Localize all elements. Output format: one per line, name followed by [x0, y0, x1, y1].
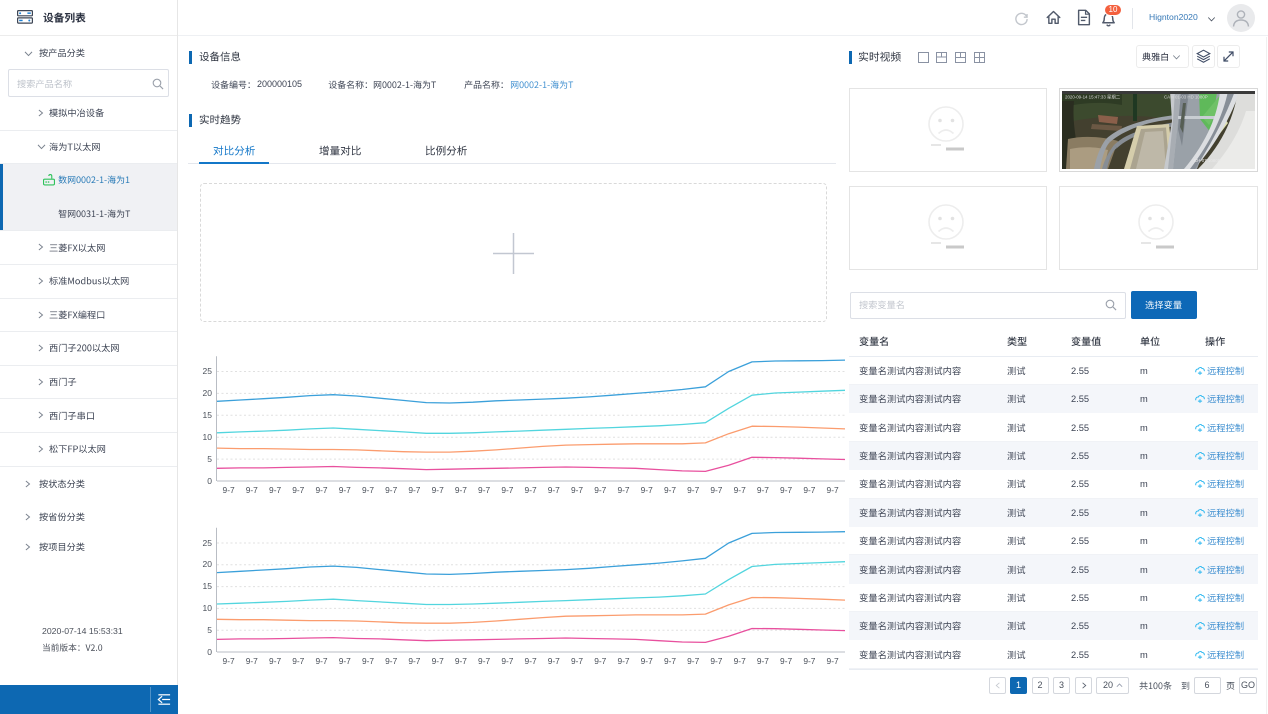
- svg-text:CH-07 1080P: CH-07 1080P: [1194, 158, 1221, 163]
- svg-text:CAM 01-03 HD 1080P: CAM 01-03 HD 1080P: [1164, 95, 1208, 100]
